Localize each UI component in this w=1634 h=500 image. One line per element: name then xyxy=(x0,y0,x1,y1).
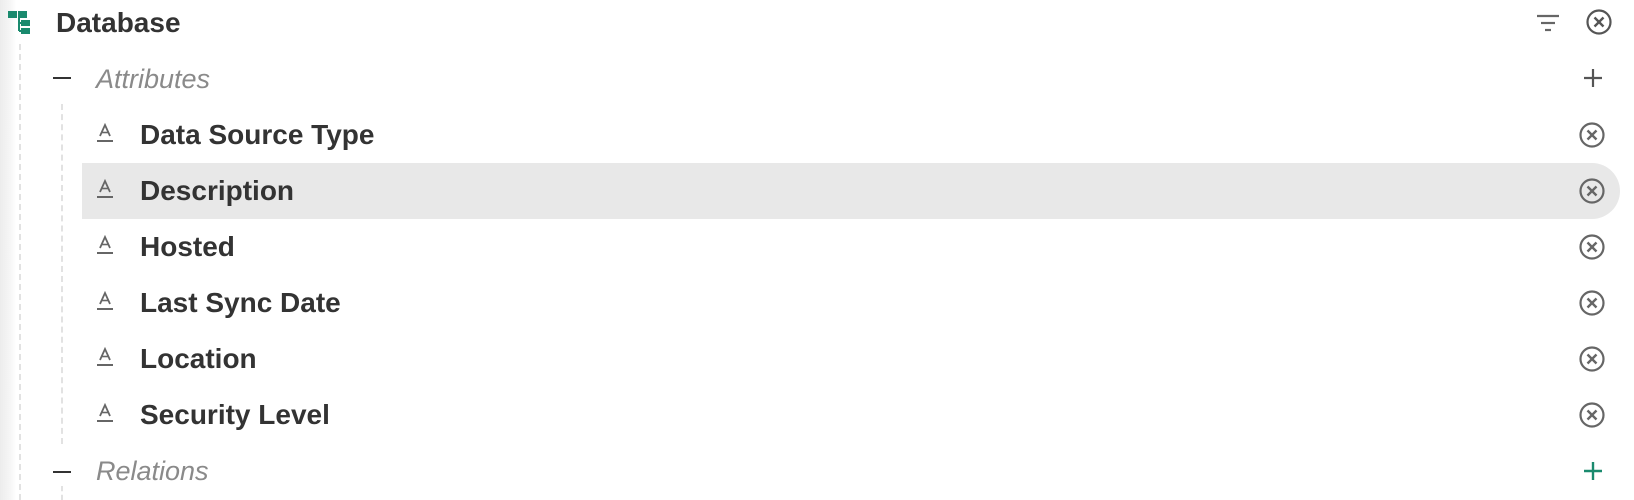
collapse-relations-button[interactable] xyxy=(53,471,71,473)
filter-icon[interactable] xyxy=(1535,12,1561,34)
attribute-row[interactable]: Security Level xyxy=(82,387,1620,443)
remove-attribute-icon[interactable] xyxy=(1578,233,1606,261)
text-attribute-icon xyxy=(97,123,113,142)
panel-header: Database xyxy=(0,0,1634,46)
database-panel: Database Attributes Data Source Type Desc… xyxy=(0,0,1634,500)
text-attribute-icon xyxy=(97,235,113,254)
relations-section-label: Relations xyxy=(96,456,209,486)
close-panel-icon[interactable] xyxy=(1585,8,1613,36)
attributes-section-header: Attributes xyxy=(0,50,1634,106)
attribute-row[interactable]: Data Source Type xyxy=(82,107,1620,163)
text-attribute-icon xyxy=(97,403,113,422)
attribute-label: Data Source Type xyxy=(140,119,375,150)
attribute-label: Description xyxy=(140,175,295,206)
remove-attribute-icon[interactable] xyxy=(1578,289,1606,317)
attribute-label: Hosted xyxy=(140,231,235,262)
text-attribute-icon xyxy=(97,179,113,198)
tree-guide-line xyxy=(19,44,21,500)
panel-title: Database xyxy=(56,7,181,38)
collapse-attributes-button[interactable] xyxy=(53,77,71,79)
remove-attribute-icon[interactable] xyxy=(1578,345,1606,373)
attribute-label: Security Level xyxy=(140,399,330,430)
remove-attribute-icon[interactable] xyxy=(1578,177,1606,205)
add-relation-button[interactable] xyxy=(1582,460,1604,482)
attribute-label: Location xyxy=(140,343,257,374)
remove-attribute-icon[interactable] xyxy=(1578,401,1606,429)
attributes-guide-line xyxy=(61,104,63,444)
attribute-row[interactable]: Hosted xyxy=(82,219,1620,275)
attribute-row[interactable]: Last Sync Date xyxy=(82,275,1620,331)
attributes-section-label: Attributes xyxy=(96,64,211,94)
remove-attribute-icon[interactable] xyxy=(1578,121,1606,149)
attribute-row[interactable]: Description xyxy=(82,163,1620,219)
tree-structure-icon xyxy=(8,11,30,34)
relations-section-header: Relations xyxy=(0,444,1634,500)
text-attribute-icon xyxy=(97,347,113,366)
add-attribute-button[interactable] xyxy=(1582,67,1604,89)
attribute-label: Last Sync Date xyxy=(140,287,341,318)
text-attribute-icon xyxy=(97,291,113,310)
attribute-row[interactable]: Location xyxy=(82,331,1620,387)
